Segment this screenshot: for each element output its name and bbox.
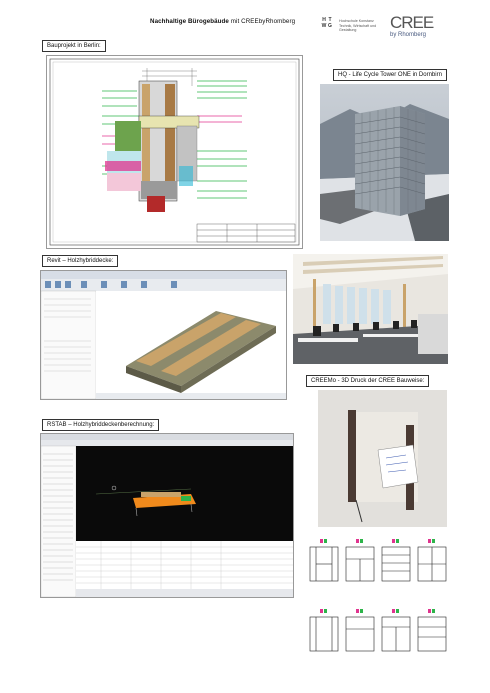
label-hq: HQ - Life Cycle Tower ONE in Dornbirn (333, 69, 447, 81)
office-interior-image (293, 254, 448, 364)
3d-print-photo (318, 390, 447, 527)
page-title: Nachhaltige Bürogebäude mit CREEbyRhombe… (150, 18, 295, 25)
htwg-letters: HT WG (321, 17, 332, 29)
label-creemo: CREEMo - 3D Druck der CREE Bauweise: (306, 375, 430, 387)
cad-section-drawing (49, 58, 300, 246)
creemo-model-image (318, 390, 447, 527)
lct-one-building-image (320, 84, 449, 241)
panel-layout-diagrams (309, 539, 447, 652)
rstab-screenshot (40, 433, 294, 598)
building-photo (320, 84, 449, 241)
cree-wordmark: CREE (390, 13, 434, 32)
title-rest: mit CREEbyRhomberg (228, 18, 296, 25)
title-bold: Nachhaltige Bürogebäude (150, 18, 229, 25)
revit-ui-image (41, 271, 286, 399)
label-rstab: RSTAB – Holzhybriddeckenberechnung: (42, 419, 160, 431)
cad-drawing-panel (46, 55, 303, 249)
htwg-subtitle: Technik, Wirtschaft und Gestaltung (339, 23, 377, 33)
label-revit: Revit – Holzhybriddecke: (42, 255, 119, 267)
cree-logo: CREE by Rhomberg (390, 13, 450, 43)
office-photo (293, 254, 448, 364)
cree-byline: by Rhomberg (390, 32, 427, 38)
rstab-ui-image (41, 434, 293, 597)
htwg-logo: HT WG Hochschule Konstanz Technik, Wirts… (321, 17, 385, 39)
panel-diagrams (308, 537, 458, 662)
label-bauprojekt: Bauprojekt in Berlin: (42, 40, 106, 52)
revit-screenshot (40, 270, 287, 400)
